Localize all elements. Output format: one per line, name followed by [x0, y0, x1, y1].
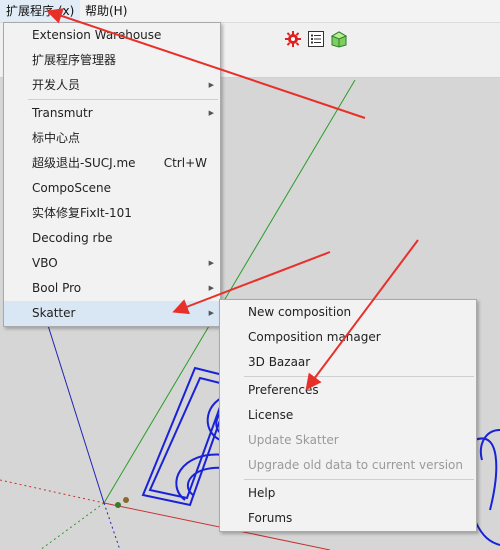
- menu-item-forums[interactable]: Forums: [220, 506, 476, 531]
- gear-icon[interactable]: [283, 29, 303, 49]
- menu-item-composcene[interactable]: CompoScene: [4, 176, 220, 201]
- menu-item-super-exit[interactable]: 超级退出-SUCJ.me Ctrl+W: [4, 151, 220, 176]
- menu-item-composition-manager[interactable]: Composition manager: [220, 325, 476, 350]
- menu-item-fixit[interactable]: 实体修复FixIt-101: [4, 201, 220, 226]
- menu-item-extension-manager[interactable]: 扩展程序管理器: [4, 48, 220, 73]
- skatter-submenu: New composition Composition manager 3D B…: [219, 299, 477, 532]
- submenu-arrow-icon: ▶: [208, 81, 214, 89]
- menu-separator: [244, 376, 474, 377]
- submenu-arrow-icon: ▶: [208, 259, 214, 267]
- shortcut-label: Ctrl+W: [163, 156, 207, 170]
- menu-item-bool-pro[interactable]: Bool Pro ▶: [4, 276, 220, 301]
- menu-item-update-skatter: Update Skatter: [248, 433, 339, 447]
- menu-help[interactable]: 帮助(H): [79, 0, 133, 22]
- menu-item-3d-bazaar[interactable]: 3D Bazaar: [220, 350, 476, 375]
- menu-item-decoding-rbe[interactable]: Decoding rbe: [4, 226, 220, 251]
- menu-item-extension-warehouse[interactable]: Extension Warehouse: [4, 23, 220, 48]
- menu-item-vbo[interactable]: VBO ▶: [4, 251, 220, 276]
- extensions-menu: Extension Warehouse 扩展程序管理器 开发人员 ▶ Transm…: [3, 22, 221, 327]
- menu-extensions[interactable]: 扩展程序 (x): [0, 0, 81, 22]
- menu-item-license[interactable]: License: [220, 403, 476, 428]
- box-icon[interactable]: [329, 29, 349, 49]
- submenu-arrow-icon: ▶: [208, 284, 214, 292]
- submenu-arrow-icon: ▶: [208, 109, 214, 117]
- menu-item-skatter[interactable]: Skatter ▶: [4, 301, 220, 326]
- menu-separator: [28, 99, 218, 100]
- menu-item-center-point[interactable]: 标中心点: [4, 126, 220, 151]
- menu-separator: [244, 479, 474, 480]
- menu-item-help[interactable]: Help: [220, 481, 476, 506]
- menu-item-developer[interactable]: 开发人员 ▶: [4, 73, 220, 98]
- list-icon[interactable]: [306, 29, 326, 49]
- extension-toolbar: [283, 29, 349, 51]
- menu-item-transmutr[interactable]: Transmutr ▶: [4, 101, 220, 126]
- menu-bar: 扩展程序 (x) 帮助(H): [0, 0, 500, 23]
- submenu-arrow-icon: ▶: [208, 309, 214, 317]
- menu-item-preferences[interactable]: Preferences: [220, 378, 476, 403]
- menu-item-upgrade-old-data: Upgrade old data to current version: [248, 458, 463, 472]
- menu-item-new-composition[interactable]: New composition: [220, 300, 476, 325]
